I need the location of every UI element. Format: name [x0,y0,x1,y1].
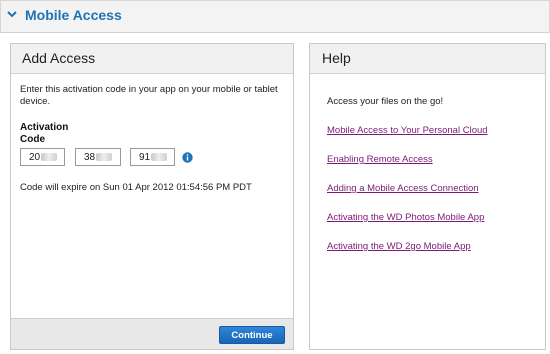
activation-code-label: Activation Code [20,122,69,145]
add-access-footer: Continue [11,318,293,349]
chevron-down-icon[interactable] [6,8,18,20]
help-title: Help [310,44,545,74]
activation-instructions: Enter this activation code in your app o… [20,84,278,107]
help-panel: Help Access your files on the go! Mobile… [309,43,546,350]
add-access-title: Add Access [11,44,293,74]
mobile-access-header[interactable]: Mobile Access [0,0,550,33]
code-expiry-text: Code will expire on Sun 01 Apr 2012 01:5… [20,182,252,193]
section-title: Mobile Access [25,7,122,23]
help-link-wd-photos[interactable]: Activating the WD Photos Mobile App [327,212,484,223]
continue-button[interactable]: Continue [219,326,285,344]
info-icon[interactable] [182,152,193,163]
help-link-wd-2go[interactable]: Activating the WD 2go Mobile App [327,241,471,252]
activation-code-part-3[interactable]: 91 [130,148,175,166]
activation-code-part-2[interactable]: 38 [75,148,121,166]
help-link-remote-access[interactable]: Enabling Remote Access [327,154,433,165]
help-link-personal-cloud[interactable]: Mobile Access to Your Personal Cloud [327,125,488,136]
add-access-panel: Add Access Enter this activation code in… [10,43,294,350]
help-link-add-connection[interactable]: Adding a Mobile Access Connection [327,183,479,194]
help-intro-text: Access your files on the go! [327,96,444,107]
activation-code-part-1[interactable]: 20 [20,148,65,166]
